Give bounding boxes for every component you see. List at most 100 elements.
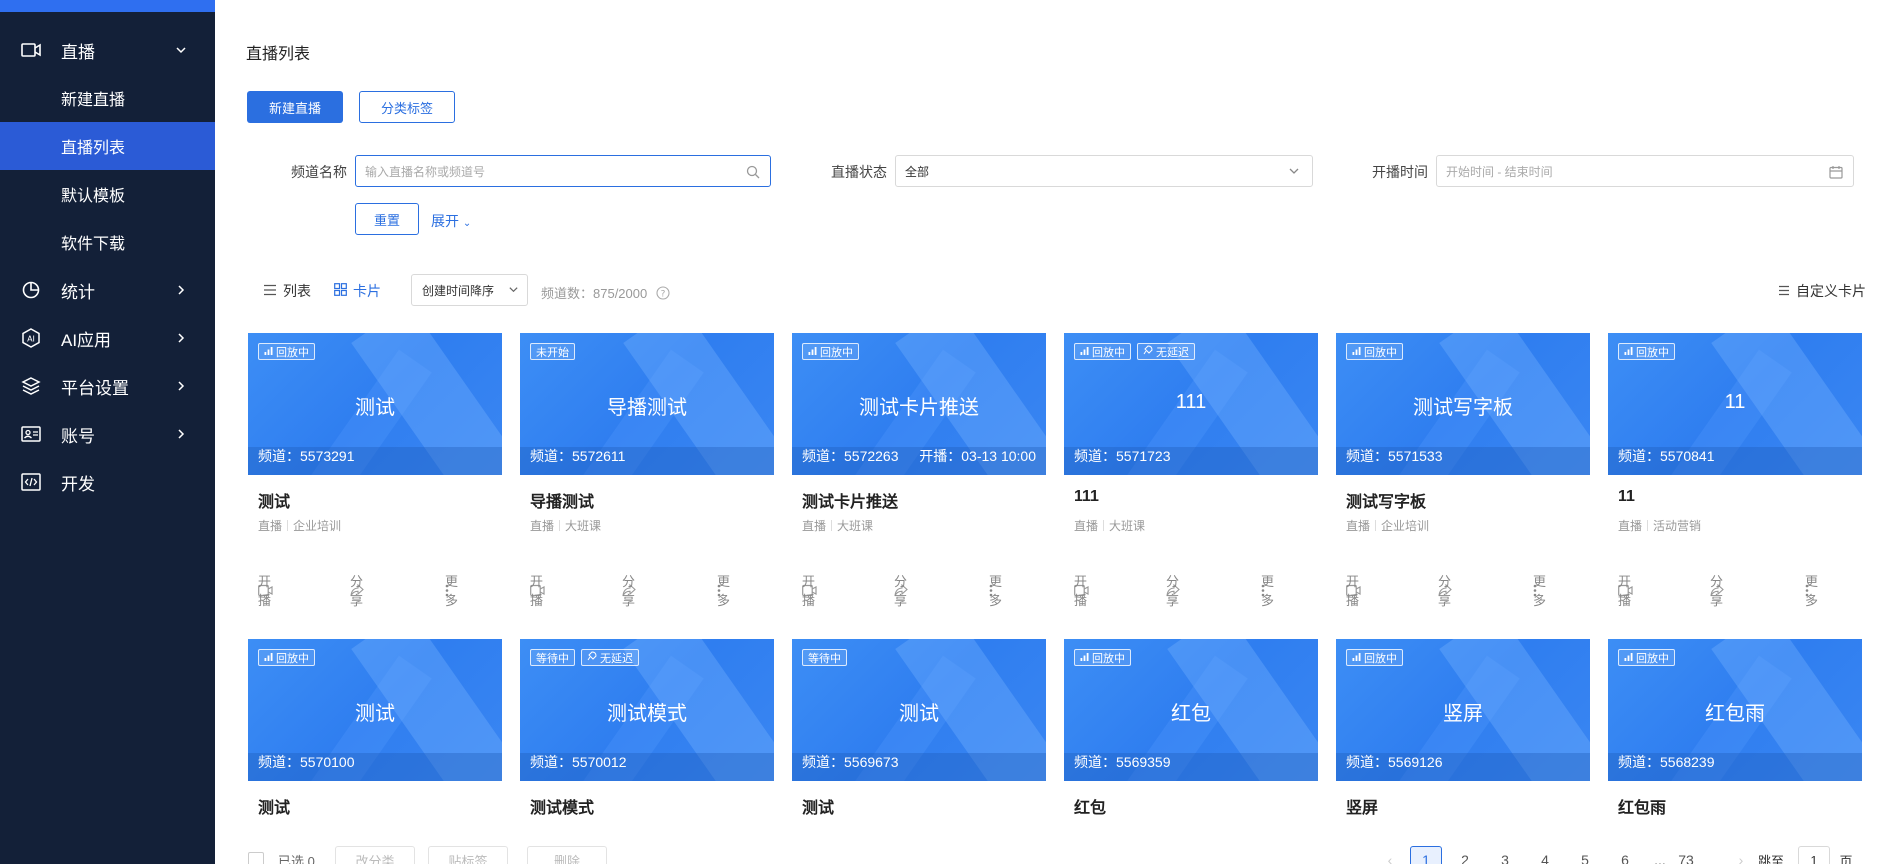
card-name[interactable]: 红包雨 xyxy=(1618,794,1666,818)
thumbnail-title: 竖屏 xyxy=(1443,703,1483,725)
card-thumbnail[interactable]: 回放中 无延迟 111 频道：5571723 xyxy=(1064,333,1318,475)
category-tag-button[interactable]: 分类标签 xyxy=(359,91,455,123)
channel-card[interactable]: 回放中 无延迟 111 频道：5571723 111 直播 大班课 开播 分享 更多 xyxy=(1064,333,1318,613)
card-name[interactable]: 测试 xyxy=(802,794,834,818)
card-name[interactable]: 111 xyxy=(1074,488,1099,506)
card-thumbnail[interactable]: 回放中 竖屏 频道：5569126 xyxy=(1336,639,1590,781)
card-view-toggle[interactable]: 卡片 xyxy=(334,281,381,301)
move-category-button[interactable]: 改分类 xyxy=(335,846,415,864)
card-thumbnail[interactable]: 未开始 导播测试 频道：5572611 xyxy=(520,333,774,475)
batch-delete-button[interactable]: 删除 xyxy=(527,846,607,864)
card-name[interactable]: 测试模式 xyxy=(530,794,594,818)
rocket-icon xyxy=(587,651,597,664)
card-name[interactable]: 竖屏 xyxy=(1346,794,1378,818)
reset-button[interactable]: 重置 xyxy=(355,203,419,235)
channel-id: 频道：5569359 xyxy=(1074,754,1171,770)
help-icon[interactable]: ? xyxy=(656,286,670,303)
select-all-checkbox[interactable] xyxy=(248,852,264,864)
next-page-button[interactable]: › xyxy=(1725,846,1757,864)
card-name[interactable]: 导播测试 xyxy=(530,488,594,512)
card-thumbnail[interactable]: 回放中 测试写字板 频道：5571533 xyxy=(1336,333,1590,475)
card-name[interactable]: 测试 xyxy=(258,794,290,818)
svg-text:?: ? xyxy=(660,290,665,300)
card-name[interactable]: 红包 xyxy=(1074,794,1106,818)
chart-pie-icon xyxy=(21,280,41,300)
channel-card[interactable]: 回放中 测试 频道：5573291 测试 直播 企业培训 开播 分享 更多 xyxy=(248,333,502,613)
sidebar-item-ai[interactable]: AI AI应用 xyxy=(0,314,215,362)
grid-icon xyxy=(334,283,347,299)
thumbnail-title: 11 xyxy=(1724,391,1746,413)
start-live-label: 开播 xyxy=(530,574,544,608)
sort-select[interactable]: 创建时间降序 xyxy=(411,274,528,306)
sidebar-item-software-download[interactable]: 软件下载 xyxy=(0,218,215,266)
page-number[interactable]: 6 xyxy=(1609,846,1641,864)
page-number[interactable]: 73 xyxy=(1670,846,1702,864)
jump-page-input[interactable]: 1 xyxy=(1798,846,1830,864)
channel-search-input[interactable]: 输入直播名称或频道号 xyxy=(355,155,771,187)
status-badge: 未开始 xyxy=(530,343,575,360)
sidebar-item-develop[interactable]: 开发 xyxy=(0,458,215,506)
sidebar-item-live-list[interactable]: 直播列表 xyxy=(0,122,215,170)
channel-card[interactable]: 回放中 竖屏 频道：5569126 竖屏 xyxy=(1336,639,1590,819)
rocket-icon xyxy=(1143,345,1153,358)
channel-card[interactable]: 未开始 导播测试 频道：5572611 导播测试 直播 大班课 开播 分享 更多 xyxy=(520,333,774,613)
card-name[interactable]: 11 xyxy=(1618,488,1635,506)
page-number[interactable]: 5 xyxy=(1569,846,1601,864)
card-thumbnail[interactable]: 等待中 无延迟 测试模式 频道：5570012 xyxy=(520,639,774,781)
no-delay-tag-label: 无延迟 xyxy=(1156,346,1189,359)
sidebar-item-statistics[interactable]: 统计 xyxy=(0,266,215,314)
card-thumbnail[interactable]: 回放中 测试 频道：5573291 xyxy=(248,333,502,475)
card-thumbnail[interactable]: 回放中 11 频道：5570841 xyxy=(1608,333,1862,475)
card-thumbnail[interactable]: 等待中 测试 频道：5569673 xyxy=(792,639,1046,781)
sidebar-item-account[interactable]: 账号 xyxy=(0,410,215,458)
more-label: 更多 xyxy=(717,574,731,608)
add-tag-button[interactable]: 贴标签 xyxy=(428,846,508,864)
card-meta: 直播 大班课 xyxy=(1074,517,1145,534)
start-live-label: 开播 xyxy=(1074,574,1088,608)
channel-card[interactable]: 回放中 测试写字板 频道：5571533 测试写字板 直播 企业培训 开播 分享 更多 xyxy=(1336,333,1590,613)
channel-card[interactable]: 等待中 测试 频道：5569673 测试 xyxy=(792,639,1046,819)
channel-count: 频道数：875/2000 ? xyxy=(541,283,670,303)
card-type: 直播 xyxy=(258,519,283,533)
status-tags: 回放中 xyxy=(258,649,315,666)
channel-card[interactable]: 回放中 测试卡片推送 频道：5572263 开播：03-13 10:00 测试卡片推送直… xyxy=(792,333,1046,613)
customize-card-button[interactable]: 自定义卡片 xyxy=(1778,281,1866,301)
card-thumbnail[interactable]: 回放中 测试 频道：5570100 xyxy=(248,639,502,781)
page-title: 直播列表 xyxy=(246,46,311,63)
share-label: 分享 xyxy=(894,574,908,608)
status-select[interactable]: 全部 xyxy=(895,155,1313,187)
sidebar-item-live[interactable]: 直播 xyxy=(0,26,215,74)
status-badge-label: 回放中 xyxy=(1364,652,1397,665)
page-number[interactable]: 4 xyxy=(1529,846,1561,864)
channel-card[interactable]: 回放中 红包 频道：5569359 红包 xyxy=(1064,639,1318,819)
sidebar-item-label: AI应用 xyxy=(61,330,112,350)
card-name[interactable]: 测试写字板 xyxy=(1346,488,1426,512)
channel-card[interactable]: 等待中 无延迟 测试模式 频道：5570012 测试模式 xyxy=(520,639,774,819)
card-thumbnail[interactable]: 回放中 红包 频道：5569359 xyxy=(1064,639,1318,781)
card-thumbnail[interactable]: 回放中 测试卡片推送 频道：5572263 开播：03-13 10:00 xyxy=(792,333,1046,475)
channel-card[interactable]: 回放中 测试 频道：5570100 测试 xyxy=(248,639,502,819)
new-live-button[interactable]: 新建直播 xyxy=(247,91,343,123)
prev-page-button[interactable]: ‹ xyxy=(1374,846,1406,864)
list-view-toggle[interactable]: 列表 xyxy=(263,281,311,301)
date-range-picker[interactable]: 开始时间 - 结束时间 xyxy=(1436,155,1854,187)
thumbnail-title: 红包雨 xyxy=(1705,703,1765,725)
card-name[interactable]: 测试卡片推送 xyxy=(802,488,898,512)
expand-filters-link[interactable]: 展开 ⌄ xyxy=(431,211,471,231)
channel-card[interactable]: 回放中 红包雨 频道：5568239 红包雨 xyxy=(1608,639,1862,819)
id-card-icon xyxy=(21,424,41,444)
channel-card[interactable]: 回放中 11 频道：5570841 11 直播 活动营销 开播 分享 更多 xyxy=(1608,333,1862,613)
status-badge-label: 回放中 xyxy=(820,346,853,359)
bottom-batch-bar: 已选 0 改分类 贴标签 删除 ‹ 1 2 3 4 5 6... 73 › 跳至 1 页 xyxy=(215,846,1892,864)
page-number[interactable]: 3 xyxy=(1489,846,1521,864)
page-number[interactable]: 2 xyxy=(1449,846,1481,864)
card-name[interactable]: 测试 xyxy=(258,488,290,512)
sidebar-item-default-template[interactable]: 默认模板 xyxy=(0,170,215,218)
card-thumbnail[interactable]: 回放中 红包雨 频道：5568239 xyxy=(1608,639,1862,781)
sidebar-item-platform-settings[interactable]: 平台设置 xyxy=(0,362,215,410)
sidebar-item-new-live[interactable]: 新建直播 xyxy=(0,74,215,122)
chevron-right-icon xyxy=(175,380,187,392)
page-number[interactable]: 1 xyxy=(1410,846,1442,864)
meta-divider xyxy=(1103,520,1105,531)
search-icon[interactable] xyxy=(746,165,760,179)
